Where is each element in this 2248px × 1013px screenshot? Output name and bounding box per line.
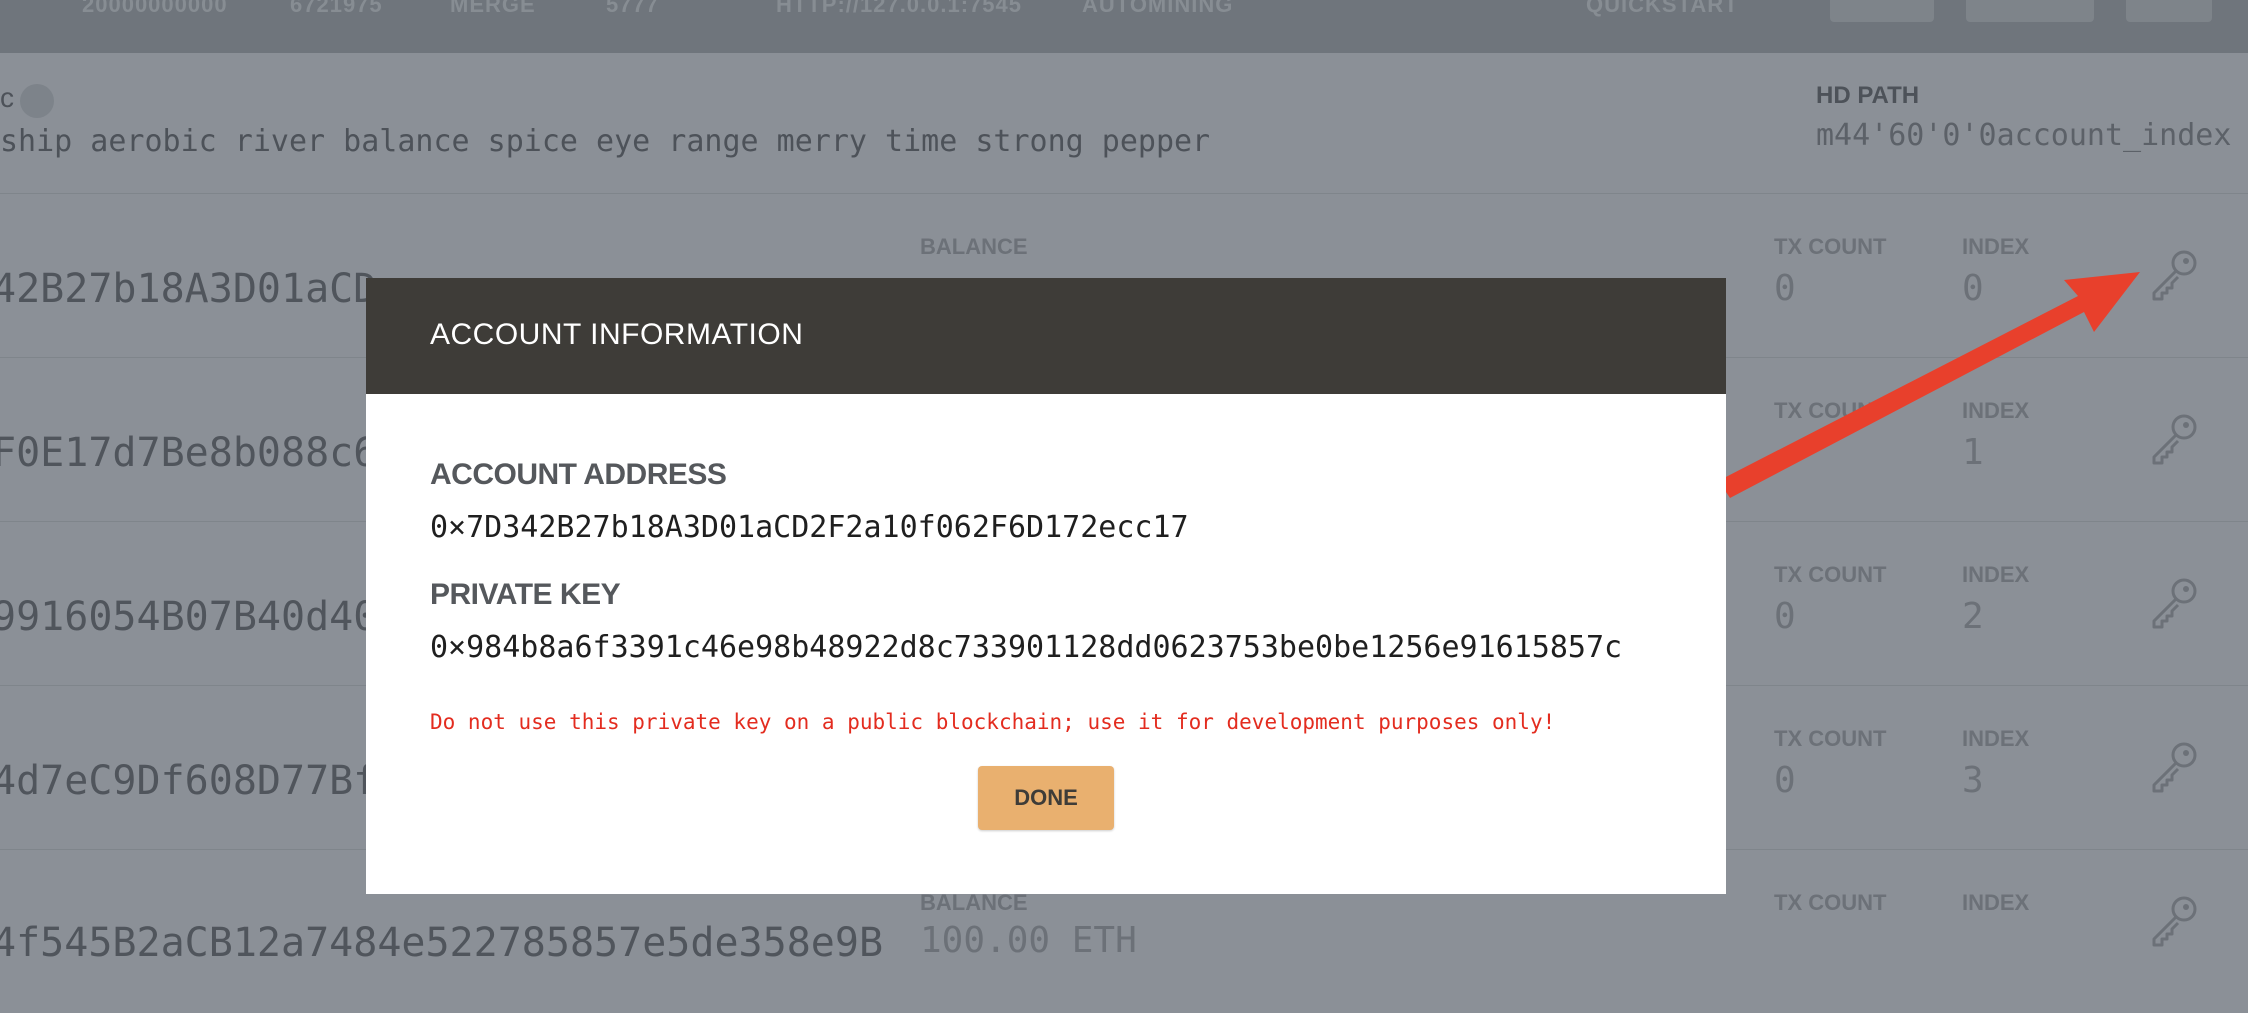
tx-count-value: 0 bbox=[1774, 596, 1796, 637]
switch-button[interactable] bbox=[1966, 0, 2094, 22]
gas-price-value: 20000000000 bbox=[82, 0, 228, 17]
workspace-name[interactable]: QUICKSTART bbox=[1586, 0, 1739, 18]
private-key-value: 0×984b8a6f3391c46e98b48922d8c733901128dd… bbox=[430, 630, 1623, 665]
save-button[interactable] bbox=[1830, 0, 1934, 22]
tx-count-label: TX COUNT bbox=[1774, 726, 1887, 751]
tx-count-label: TX COUNT bbox=[1774, 234, 1887, 259]
mnemonic-divider bbox=[0, 53, 2248, 194]
modal-title: ACCOUNT INFORMATION bbox=[430, 318, 804, 351]
key-icon[interactable] bbox=[2146, 738, 2202, 794]
private-key-label: PRIVATE KEY bbox=[430, 578, 621, 611]
index-label: INDEX bbox=[1962, 890, 2030, 915]
account-address-label: ACCOUNT ADDRESS bbox=[430, 458, 727, 491]
tx-count-label: TX COUNT bbox=[1774, 890, 1887, 915]
top-status-bar: 20000000000 6721975 MERGE 5777 HTTP://12… bbox=[0, 0, 2248, 53]
index-label: INDEX bbox=[1962, 234, 2030, 259]
account-information-modal: ACCOUNT INFORMATION ACCOUNT ADDRESS 0×7D… bbox=[366, 278, 1726, 894]
index-value: 2 bbox=[1962, 596, 1984, 637]
account-address: F0E17d7Be8b088c6 bbox=[0, 430, 378, 476]
key-icon[interactable] bbox=[2146, 574, 2202, 630]
index-label: INDEX bbox=[1962, 726, 2030, 751]
account-address: 4f545B2aCB12a7484e522785857e5de358e9B bbox=[0, 920, 884, 966]
balance-label: BALANCE bbox=[920, 234, 1028, 259]
settings-button[interactable] bbox=[2126, 0, 2212, 22]
red-arrow-annotation bbox=[1720, 272, 2140, 498]
account-address: 9916054B07B40d40 bbox=[0, 594, 378, 640]
index-label: INDEX bbox=[1962, 562, 2030, 587]
gas-limit-value: 6721975 bbox=[290, 0, 383, 17]
index-value: 3 bbox=[1962, 760, 1984, 801]
hardfork-value: MERGE bbox=[450, 0, 536, 17]
rpc-server-value: HTTP://127.0.0.1:7545 bbox=[776, 0, 1023, 17]
private-key-warning: Do not use this private key on a public … bbox=[430, 710, 1556, 734]
network-id-value: 5777 bbox=[606, 0, 659, 17]
account-address-value: 0×7D342B27b18A3D01aCD2F2a10f062F6D172ecc… bbox=[430, 510, 1189, 545]
tx-count-label: TX COUNT bbox=[1774, 562, 1887, 587]
account-address: 4d7eC9Df608D77Bf bbox=[0, 758, 378, 804]
account-address: 42B27b18A3D01aCD bbox=[0, 266, 378, 312]
balance-value: 100.00 ETH bbox=[920, 920, 1137, 961]
tx-count-value: 0 bbox=[1774, 760, 1796, 801]
modal-header: ACCOUNT INFORMATION bbox=[366, 278, 1726, 394]
mining-status-value: AUTOMINING bbox=[1082, 0, 1234, 17]
done-button[interactable]: DONE bbox=[978, 766, 1114, 830]
